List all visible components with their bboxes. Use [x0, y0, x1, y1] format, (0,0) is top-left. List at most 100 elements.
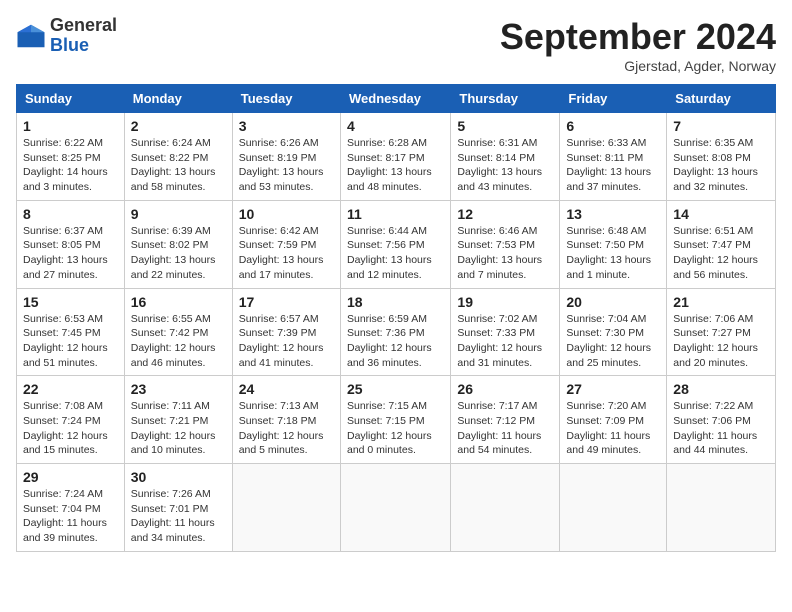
logo-general: General — [50, 16, 117, 36]
table-cell: 6 Sunrise: 6:33 AMSunset: 8:11 PMDaylight… — [560, 113, 667, 201]
day-number: 6 — [566, 118, 660, 134]
day-info: Sunrise: 6:57 AMSunset: 7:39 PMDaylight:… — [239, 312, 334, 371]
table-cell: 10Sunrise: 6:42 AMSunset: 7:59 PMDayligh… — [232, 200, 340, 288]
table-cell: 5 Sunrise: 6:31 AMSunset: 8:14 PMDaylight… — [451, 113, 560, 201]
table-cell: 15Sunrise: 6:53 AMSunset: 7:45 PMDayligh… — [17, 288, 125, 376]
day-info: Sunrise: 6:44 AMSunset: 7:56 PMDaylight:… — [347, 224, 444, 283]
title-block: September 2024 Gjerstad, Agder, Norway — [500, 16, 776, 74]
table-cell: 17 Sunrise: 6:57 AMSunset: 7:39 PMDayligh… — [232, 288, 340, 376]
table-cell: 4 Sunrise: 6:28 AMSunset: 8:17 PMDaylight… — [340, 113, 450, 201]
day-info: Sunrise: 7:20 AMSunset: 7:09 PMDaylight:… — [566, 399, 660, 458]
day-info: Sunrise: 6:22 AMSunset: 8:25 PMDaylight:… — [23, 136, 118, 195]
day-number: 12 — [457, 206, 553, 222]
day-info: Sunrise: 7:22 AMSunset: 7:06 PMDaylight:… — [673, 399, 769, 458]
day-info: Sunrise: 6:46 AMSunset: 7:53 PMDaylight:… — [457, 224, 553, 283]
table-cell: 14 Sunrise: 6:51 AMSunset: 7:47 PMDayligh… — [667, 200, 776, 288]
day-info: Sunrise: 6:33 AMSunset: 8:11 PMDaylight:… — [566, 136, 660, 195]
logo-icon — [16, 21, 46, 51]
table-row: 22 Sunrise: 7:08 AMSunset: 7:24 PMDayligh… — [17, 376, 776, 464]
page-header: General Blue September 2024 Gjerstad, Ag… — [16, 16, 776, 74]
day-info: Sunrise: 7:04 AMSunset: 7:30 PMDaylight:… — [566, 312, 660, 371]
day-number: 20 — [566, 294, 660, 310]
day-info: Sunrise: 6:37 AMSunset: 8:05 PMDaylight:… — [23, 224, 118, 283]
day-info: Sunrise: 6:28 AMSunset: 8:17 PMDaylight:… — [347, 136, 444, 195]
col-thursday: Thursday — [451, 85, 560, 113]
day-number: 14 — [673, 206, 769, 222]
day-info: Sunrise: 6:48 AMSunset: 7:50 PMDaylight:… — [566, 224, 660, 283]
table-cell: 23 Sunrise: 7:11 AMSunset: 7:21 PMDayligh… — [124, 376, 232, 464]
col-tuesday: Tuesday — [232, 85, 340, 113]
day-info: Sunrise: 6:55 AMSunset: 7:42 PMDaylight:… — [131, 312, 226, 371]
day-number: 22 — [23, 381, 118, 397]
day-number: 30 — [131, 469, 226, 485]
day-number: 21 — [673, 294, 769, 310]
col-friday: Friday — [560, 85, 667, 113]
day-number: 3 — [239, 118, 334, 134]
calendar-header-row: Sunday Monday Tuesday Wednesday Thursday… — [17, 85, 776, 113]
table-cell — [451, 464, 560, 552]
table-cell: 16 Sunrise: 6:55 AMSunset: 7:42 PMDayligh… — [124, 288, 232, 376]
day-number: 25 — [347, 381, 444, 397]
day-info: Sunrise: 6:51 AMSunset: 7:47 PMDaylight:… — [673, 224, 769, 283]
col-monday: Monday — [124, 85, 232, 113]
day-info: Sunrise: 7:17 AMSunset: 7:12 PMDaylight:… — [457, 399, 553, 458]
table-cell: 2 Sunrise: 6:24 AMSunset: 8:22 PMDaylight… — [124, 113, 232, 201]
col-wednesday: Wednesday — [340, 85, 450, 113]
day-info: Sunrise: 6:24 AMSunset: 8:22 PMDaylight:… — [131, 136, 226, 195]
col-sunday: Sunday — [17, 85, 125, 113]
table-cell: 27 Sunrise: 7:20 AMSunset: 7:09 PMDayligh… — [560, 376, 667, 464]
table-cell: 19Sunrise: 7:02 AMSunset: 7:33 PMDayligh… — [451, 288, 560, 376]
day-number: 10 — [239, 206, 334, 222]
table-cell: 20 Sunrise: 7:04 AMSunset: 7:30 PMDayligh… — [560, 288, 667, 376]
day-number: 13 — [566, 206, 660, 222]
table-cell: 11 Sunrise: 6:44 AMSunset: 7:56 PMDayligh… — [340, 200, 450, 288]
table-row: 8 Sunrise: 6:37 AMSunset: 8:05 PMDaylight… — [17, 200, 776, 288]
day-info: Sunrise: 6:31 AMSunset: 8:14 PMDaylight:… — [457, 136, 553, 195]
table-cell: 24Sunrise: 7:13 AMSunset: 7:18 PMDayligh… — [232, 376, 340, 464]
day-number: 17 — [239, 294, 334, 310]
day-number: 26 — [457, 381, 553, 397]
logo: General Blue — [16, 16, 117, 56]
table-row: 1 Sunrise: 6:22 AMSunset: 8:25 PMDaylight… — [17, 113, 776, 201]
day-info: Sunrise: 6:53 AMSunset: 7:45 PMDaylight:… — [23, 312, 118, 371]
day-number: 9 — [131, 206, 226, 222]
table-cell: 26 Sunrise: 7:17 AMSunset: 7:12 PMDayligh… — [451, 376, 560, 464]
day-info: Sunrise: 7:26 AMSunset: 7:01 PMDaylight:… — [131, 487, 226, 546]
day-info: Sunrise: 7:08 AMSunset: 7:24 PMDaylight:… — [23, 399, 118, 458]
table-cell: 21 Sunrise: 7:06 AMSunset: 7:27 PMDayligh… — [667, 288, 776, 376]
table-cell — [232, 464, 340, 552]
day-number: 23 — [131, 381, 226, 397]
day-number: 27 — [566, 381, 660, 397]
table-cell: 28 Sunrise: 7:22 AMSunset: 7:06 PMDayligh… — [667, 376, 776, 464]
table-cell: 29Sunrise: 7:24 AMSunset: 7:04 PMDayligh… — [17, 464, 125, 552]
day-number: 4 — [347, 118, 444, 134]
day-number: 11 — [347, 206, 444, 222]
logo-text: General Blue — [50, 16, 117, 56]
table-cell — [667, 464, 776, 552]
day-info: Sunrise: 7:02 AMSunset: 7:33 PMDaylight:… — [457, 312, 553, 371]
col-saturday: Saturday — [667, 85, 776, 113]
table-cell: 22 Sunrise: 7:08 AMSunset: 7:24 PMDayligh… — [17, 376, 125, 464]
day-info: Sunrise: 7:06 AMSunset: 7:27 PMDaylight:… — [673, 312, 769, 371]
day-number: 24 — [239, 381, 334, 397]
location: Gjerstad, Agder, Norway — [500, 58, 776, 74]
day-number: 29 — [23, 469, 118, 485]
table-cell: 12 Sunrise: 6:46 AMSunset: 7:53 PMDayligh… — [451, 200, 560, 288]
table-cell: 18Sunrise: 6:59 AMSunset: 7:36 PMDayligh… — [340, 288, 450, 376]
day-number: 28 — [673, 381, 769, 397]
day-number: 2 — [131, 118, 226, 134]
calendar-table: Sunday Monday Tuesday Wednesday Thursday… — [16, 84, 776, 552]
table-cell: 8 Sunrise: 6:37 AMSunset: 8:05 PMDaylight… — [17, 200, 125, 288]
day-number: 1 — [23, 118, 118, 134]
day-info: Sunrise: 7:11 AMSunset: 7:21 PMDaylight:… — [131, 399, 226, 458]
logo-blue: Blue — [50, 36, 117, 56]
day-number: 5 — [457, 118, 553, 134]
day-number: 8 — [23, 206, 118, 222]
day-info: Sunrise: 6:26 AMSunset: 8:19 PMDaylight:… — [239, 136, 334, 195]
month-title: September 2024 — [500, 16, 776, 58]
day-number: 16 — [131, 294, 226, 310]
day-info: Sunrise: 7:15 AMSunset: 7:15 PMDaylight:… — [347, 399, 444, 458]
table-cell: 3 Sunrise: 6:26 AMSunset: 8:19 PMDaylight… — [232, 113, 340, 201]
table-row: 29Sunrise: 7:24 AMSunset: 7:04 PMDayligh… — [17, 464, 776, 552]
table-cell: 30 Sunrise: 7:26 AMSunset: 7:01 PMDayligh… — [124, 464, 232, 552]
